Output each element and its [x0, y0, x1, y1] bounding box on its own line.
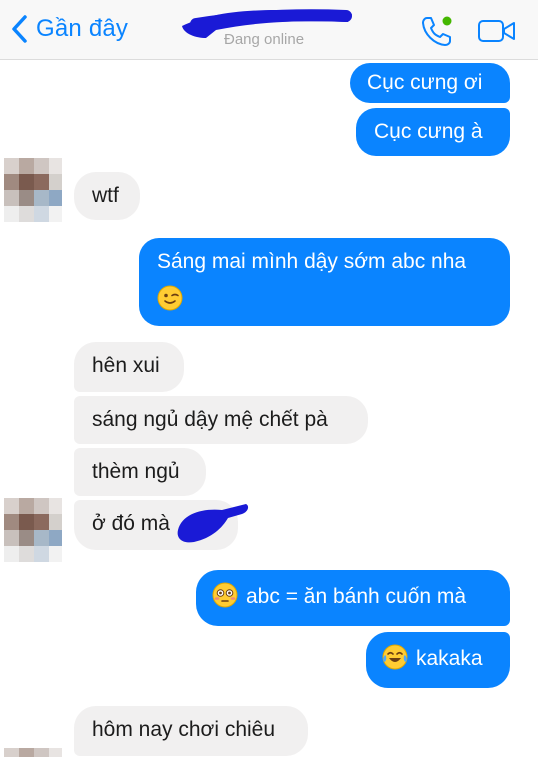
- flushed-face-icon: [212, 582, 238, 608]
- chat-header: Gần đây Đang online: [0, 0, 538, 60]
- contact-name-redaction: [182, 9, 352, 38]
- message-text: sáng ngủ dậy mệ chết pà: [92, 408, 328, 431]
- message-bubble-outgoing[interactable]: Cục cưng à: [356, 108, 510, 156]
- message-text: ở đó mà: [92, 512, 170, 535]
- avatar[interactable]: [4, 748, 62, 757]
- message-text: wtf: [92, 184, 119, 207]
- text-redaction: [177, 504, 249, 543]
- message-text: Cục cưng ơi: [367, 71, 483, 94]
- avatar[interactable]: [4, 498, 62, 562]
- message-bubble-outgoing[interactable]: kakaka: [366, 632, 510, 688]
- message-bubble-outgoing[interactable]: abc = ăn bánh cuốn mà: [196, 570, 510, 626]
- back-label: Gần đây: [36, 15, 129, 42]
- back-button[interactable]: Gần đây: [10, 14, 128, 44]
- message-text: abc = ăn bánh cuốn mà: [246, 585, 467, 608]
- message-text: Cục cưng à: [374, 120, 483, 143]
- message-bubble-incoming[interactable]: hôm nay chơi chiêu: [74, 706, 308, 756]
- avatar[interactable]: [4, 158, 62, 222]
- message-bubble-incoming[interactable]: wtf: [74, 172, 140, 220]
- chevron-left-icon: [12, 15, 27, 43]
- message-bubble-incoming[interactable]: hên xui: [74, 342, 184, 392]
- message-bubble-incoming[interactable]: thèm ngủ: [74, 448, 206, 496]
- tears-of-joy-face-icon: [382, 644, 408, 670]
- message-bubble-incoming[interactable]: sáng ngủ dậy mệ chết pà: [74, 396, 368, 444]
- phone-icon[interactable]: [420, 14, 454, 48]
- video-camera-icon[interactable]: [476, 16, 518, 46]
- message-text: hôm nay chơi chiêu: [92, 718, 276, 741]
- message-bubble-outgoing[interactable]: Sáng mai mình dậy sớm abc nha: [139, 238, 510, 326]
- winking-face-icon: [157, 285, 183, 311]
- message-text: hên xui: [92, 354, 160, 377]
- message-text: Sáng mai mình dậy sớm abc nha: [157, 250, 467, 273]
- message-text: kakaka: [416, 647, 483, 670]
- message-text: thèm ngủ: [92, 460, 180, 483]
- message-bubble-outgoing[interactable]: Cục cưng ơi: [350, 63, 510, 103]
